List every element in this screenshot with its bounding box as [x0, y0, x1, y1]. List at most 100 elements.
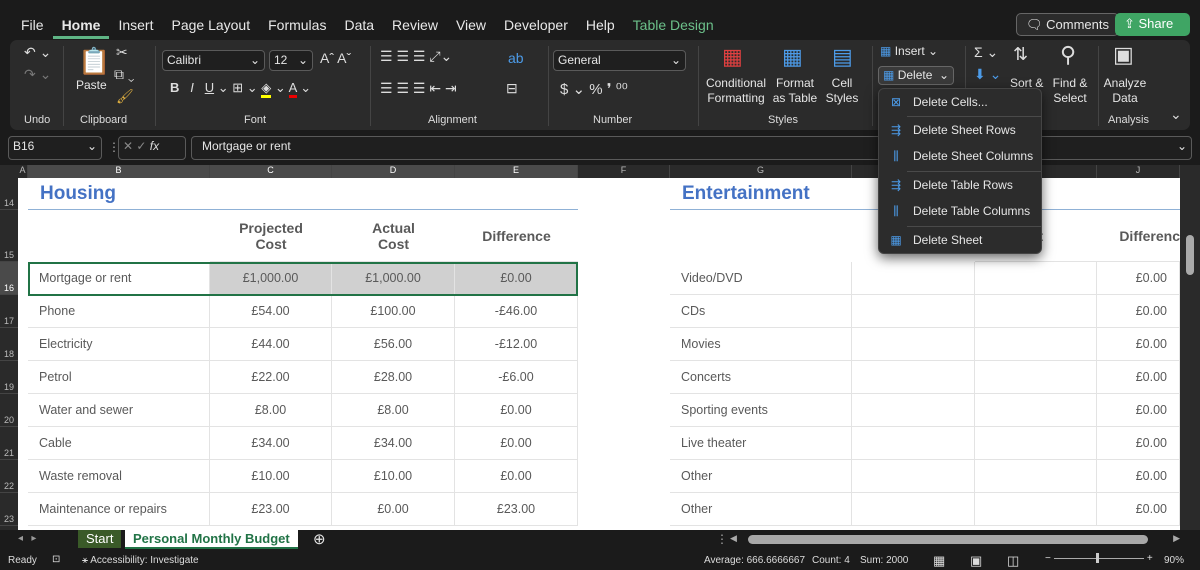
- row-header-19[interactable]: 19: [0, 361, 18, 394]
- font-size-select[interactable]: 12 ⌄: [269, 50, 313, 71]
- add-sheet-icon[interactable]: ⊕: [313, 530, 326, 548]
- column-header-a[interactable]: A: [18, 165, 28, 178]
- expense-name-cell[interactable]: Phone: [28, 295, 210, 328]
- amount-cell[interactable]: £0.00: [1097, 295, 1180, 328]
- copy-icon[interactable]: ⧉ ⌄: [114, 66, 135, 83]
- amount-cell[interactable]: -£46.00: [455, 295, 578, 328]
- tab-formulas[interactable]: Formulas: [259, 14, 335, 39]
- amount-cell[interactable]: £0.00: [1097, 427, 1180, 460]
- row-header-15[interactable]: 15: [0, 210, 18, 262]
- tab-file[interactable]: File: [12, 14, 53, 39]
- font-name-select[interactable]: Calibri ⌄: [162, 50, 265, 71]
- column-header-b[interactable]: B: [28, 165, 210, 178]
- amount-cell[interactable]: £0.00: [1097, 394, 1180, 427]
- tab-table-design[interactable]: Table Design: [624, 14, 723, 39]
- expense-name-cell[interactable]: Water and sewer: [28, 394, 210, 427]
- find-select-button[interactable]: Find & Select: [1048, 76, 1092, 106]
- amount-cell[interactable]: £10.00: [332, 460, 455, 493]
- share-button[interactable]: ⇪ Share ⌄: [1115, 13, 1190, 47]
- amount-cell[interactable]: [975, 262, 1097, 295]
- amount-cell[interactable]: £28.00: [332, 361, 455, 394]
- conditional-formatting-icon[interactable]: ▦: [722, 44, 743, 70]
- menu-item-delete-sheet-columns[interactable]: ⫼ Delete Sheet Columns: [879, 143, 1041, 169]
- redo-icon[interactable]: ↷ ⌄: [24, 66, 51, 83]
- amount-cell[interactable]: £0.00: [455, 394, 578, 427]
- undo-icon[interactable]: ↶ ⌄: [24, 44, 51, 61]
- amount-cell[interactable]: [852, 262, 975, 295]
- column-header-j[interactable]: J: [1097, 165, 1180, 178]
- normal-view-icon[interactable]: ▦: [933, 553, 945, 569]
- amount-cell[interactable]: £0.00: [1097, 493, 1180, 526]
- amount-cell[interactable]: [852, 427, 975, 460]
- horizontal-scrollbar[interactable]: ◀ ▶: [730, 533, 1180, 545]
- amount-cell[interactable]: [975, 493, 1097, 526]
- menu-item-delete-table-columns[interactable]: ⫼ Delete Table Columns: [879, 198, 1041, 224]
- search-icon[interactable]: ⚲: [1060, 42, 1076, 68]
- amount-cell[interactable]: -£6.00: [455, 361, 578, 394]
- row-header-16[interactable]: 16: [0, 262, 18, 295]
- merge-icon[interactable]: ⊟: [506, 80, 518, 97]
- sheet-tab-personal-monthly-budget[interactable]: Personal Monthly Budget: [125, 530, 298, 549]
- amount-cell[interactable]: [852, 328, 975, 361]
- tab-home[interactable]: Home: [52, 14, 110, 39]
- expense-name-cell[interactable]: Live theater: [670, 427, 852, 460]
- macro-record-icon[interactable]: ⊡: [52, 554, 60, 565]
- amount-cell[interactable]: £34.00: [210, 427, 332, 460]
- insert-button[interactable]: ▦ Insert ⌄: [880, 44, 938, 59]
- amount-cell[interactable]: £23.00: [210, 493, 332, 526]
- column-header-f[interactable]: F: [578, 165, 670, 178]
- comments-button[interactable]: 🗨 Comments: [1016, 13, 1119, 36]
- delete-button[interactable]: ▦ Delete ⌄: [878, 66, 955, 85]
- amount-cell[interactable]: -£12.00: [455, 328, 578, 361]
- amount-cell[interactable]: £10.00: [210, 460, 332, 493]
- name-box[interactable]: B16 ⌄: [8, 136, 102, 160]
- row-header-22[interactable]: 22: [0, 460, 18, 493]
- column-heading[interactable]: Projected Cost: [210, 210, 332, 262]
- sheet-nav-arrows[interactable]: ◂ ▸: [18, 533, 36, 544]
- column-heading[interactable]: Difference: [455, 210, 578, 262]
- cell-styles-button[interactable]: Cell Styles: [822, 76, 862, 106]
- amount-cell[interactable]: £22.00: [210, 361, 332, 394]
- amount-cell[interactable]: [975, 427, 1097, 460]
- row-header-20[interactable]: 20: [0, 394, 18, 427]
- amount-cell[interactable]: [852, 460, 975, 493]
- amount-cell[interactable]: [852, 361, 975, 394]
- column-header-c[interactable]: C: [210, 165, 332, 178]
- amount-cell[interactable]: £0.00: [1097, 460, 1180, 493]
- format-painter-icon[interactable]: 🖌: [116, 88, 134, 105]
- tab-page-layout[interactable]: Page Layout: [162, 14, 259, 39]
- menu-item-delete-sheet[interactable]: ▦ Delete Sheet: [879, 227, 1041, 253]
- format-as-table-button[interactable]: Format as Table: [770, 76, 820, 106]
- menu-item-delete-sheet-rows[interactable]: ⇶ Delete Sheet Rows: [879, 117, 1041, 143]
- amount-cell[interactable]: £0.00: [1097, 361, 1180, 394]
- currency-icons[interactable]: $ ⌄ % ❜ ⁰⁰: [560, 80, 628, 98]
- vertical-align-icons[interactable]: ☰ ☰ ☰ ⤢⌄: [380, 48, 452, 65]
- amount-cell[interactable]: £100.00: [332, 295, 455, 328]
- expense-name-cell[interactable]: Petrol: [28, 361, 210, 394]
- menu-item-delete-table-rows[interactable]: ⇶ Delete Table Rows: [879, 172, 1041, 198]
- amount-cell[interactable]: £0.00: [455, 460, 578, 493]
- fill-icon[interactable]: ⬇ ⌄: [974, 66, 1001, 83]
- row-header-18[interactable]: 18: [0, 328, 18, 361]
- page-layout-view-icon[interactable]: ▣: [970, 553, 982, 569]
- conditional-formatting-button[interactable]: Conditional Formatting: [702, 76, 770, 106]
- grow-font-icon[interactable]: Aˆ Aˇ: [320, 50, 351, 66]
- expense-name-cell[interactable]: Sporting events: [670, 394, 852, 427]
- tab-review[interactable]: Review: [383, 14, 447, 39]
- paste-button[interactable]: Paste: [76, 78, 107, 93]
- amount-cell[interactable]: [975, 328, 1097, 361]
- sort-filter-icon[interactable]: ⇅: [1013, 44, 1028, 65]
- amount-cell[interactable]: £44.00: [210, 328, 332, 361]
- cut-icon[interactable]: ✂: [116, 44, 128, 61]
- tab-data[interactable]: Data: [335, 14, 383, 39]
- amount-cell[interactable]: £0.00: [1097, 328, 1180, 361]
- expense-name-cell[interactable]: Cable: [28, 427, 210, 460]
- analyze-data-icon[interactable]: ▣: [1113, 42, 1134, 68]
- amount-cell[interactable]: [975, 295, 1097, 328]
- amount-cell[interactable]: £34.00: [332, 427, 455, 460]
- amount-cell[interactable]: [975, 394, 1097, 427]
- number-format-select[interactable]: General ⌄: [553, 50, 686, 71]
- expense-name-cell[interactable]: Movies: [670, 328, 852, 361]
- amount-cell[interactable]: £0.00: [332, 493, 455, 526]
- column-header-e[interactable]: E: [455, 165, 578, 178]
